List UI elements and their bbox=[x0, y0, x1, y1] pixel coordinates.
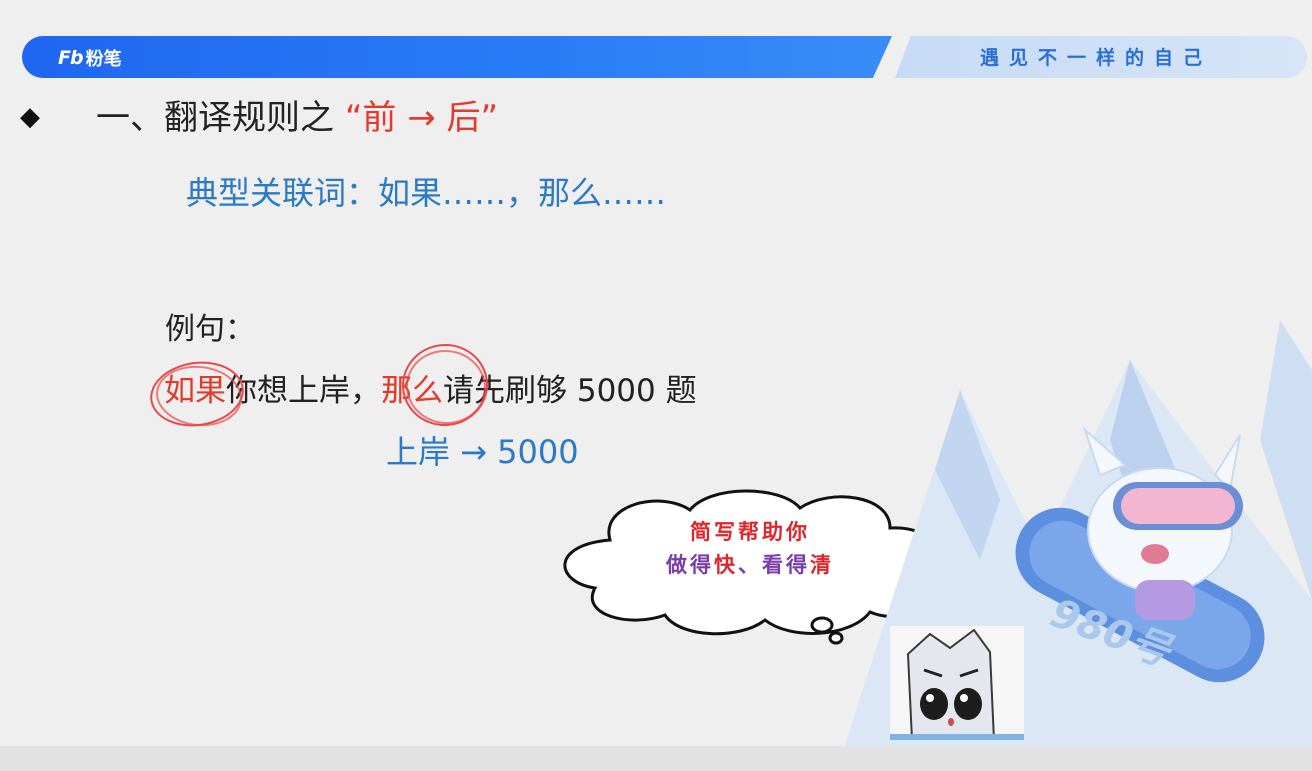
slide: Fb 粉笔 遇见不一样的自己 ◆ 一、翻译规则之 “前 → 后” 典型关联词：如… bbox=[0, 0, 1312, 771]
presenter-avatar-icon bbox=[890, 626, 1024, 740]
title-prefix: 一、翻译规则之 bbox=[96, 98, 334, 138]
header-tagline: 遇见不一样的自己 bbox=[980, 47, 1213, 69]
keyword-subtitle: 典型关联词：如果……，那么…… bbox=[186, 174, 667, 212]
diamond-bullet-icon: ◆ bbox=[20, 102, 40, 132]
brand-mark: Fb bbox=[58, 47, 84, 69]
snowboard-mascot-icon bbox=[1015, 426, 1265, 683]
header-bar bbox=[22, 36, 892, 78]
title-highlight: “前 → 后” bbox=[344, 98, 499, 138]
brand-name: 粉笔 bbox=[85, 49, 122, 70]
bottom-band bbox=[0, 746, 1312, 771]
sentence-middle: 你想上岸， bbox=[226, 373, 381, 409]
brand-logo: Fb 粉笔 bbox=[58, 44, 122, 72]
slide-title: 一、翻译规则之 “前 → 后” bbox=[96, 94, 498, 142]
implication-notation: 上岸 → 5000 bbox=[386, 433, 579, 471]
example-label: 例句： bbox=[165, 312, 255, 347]
